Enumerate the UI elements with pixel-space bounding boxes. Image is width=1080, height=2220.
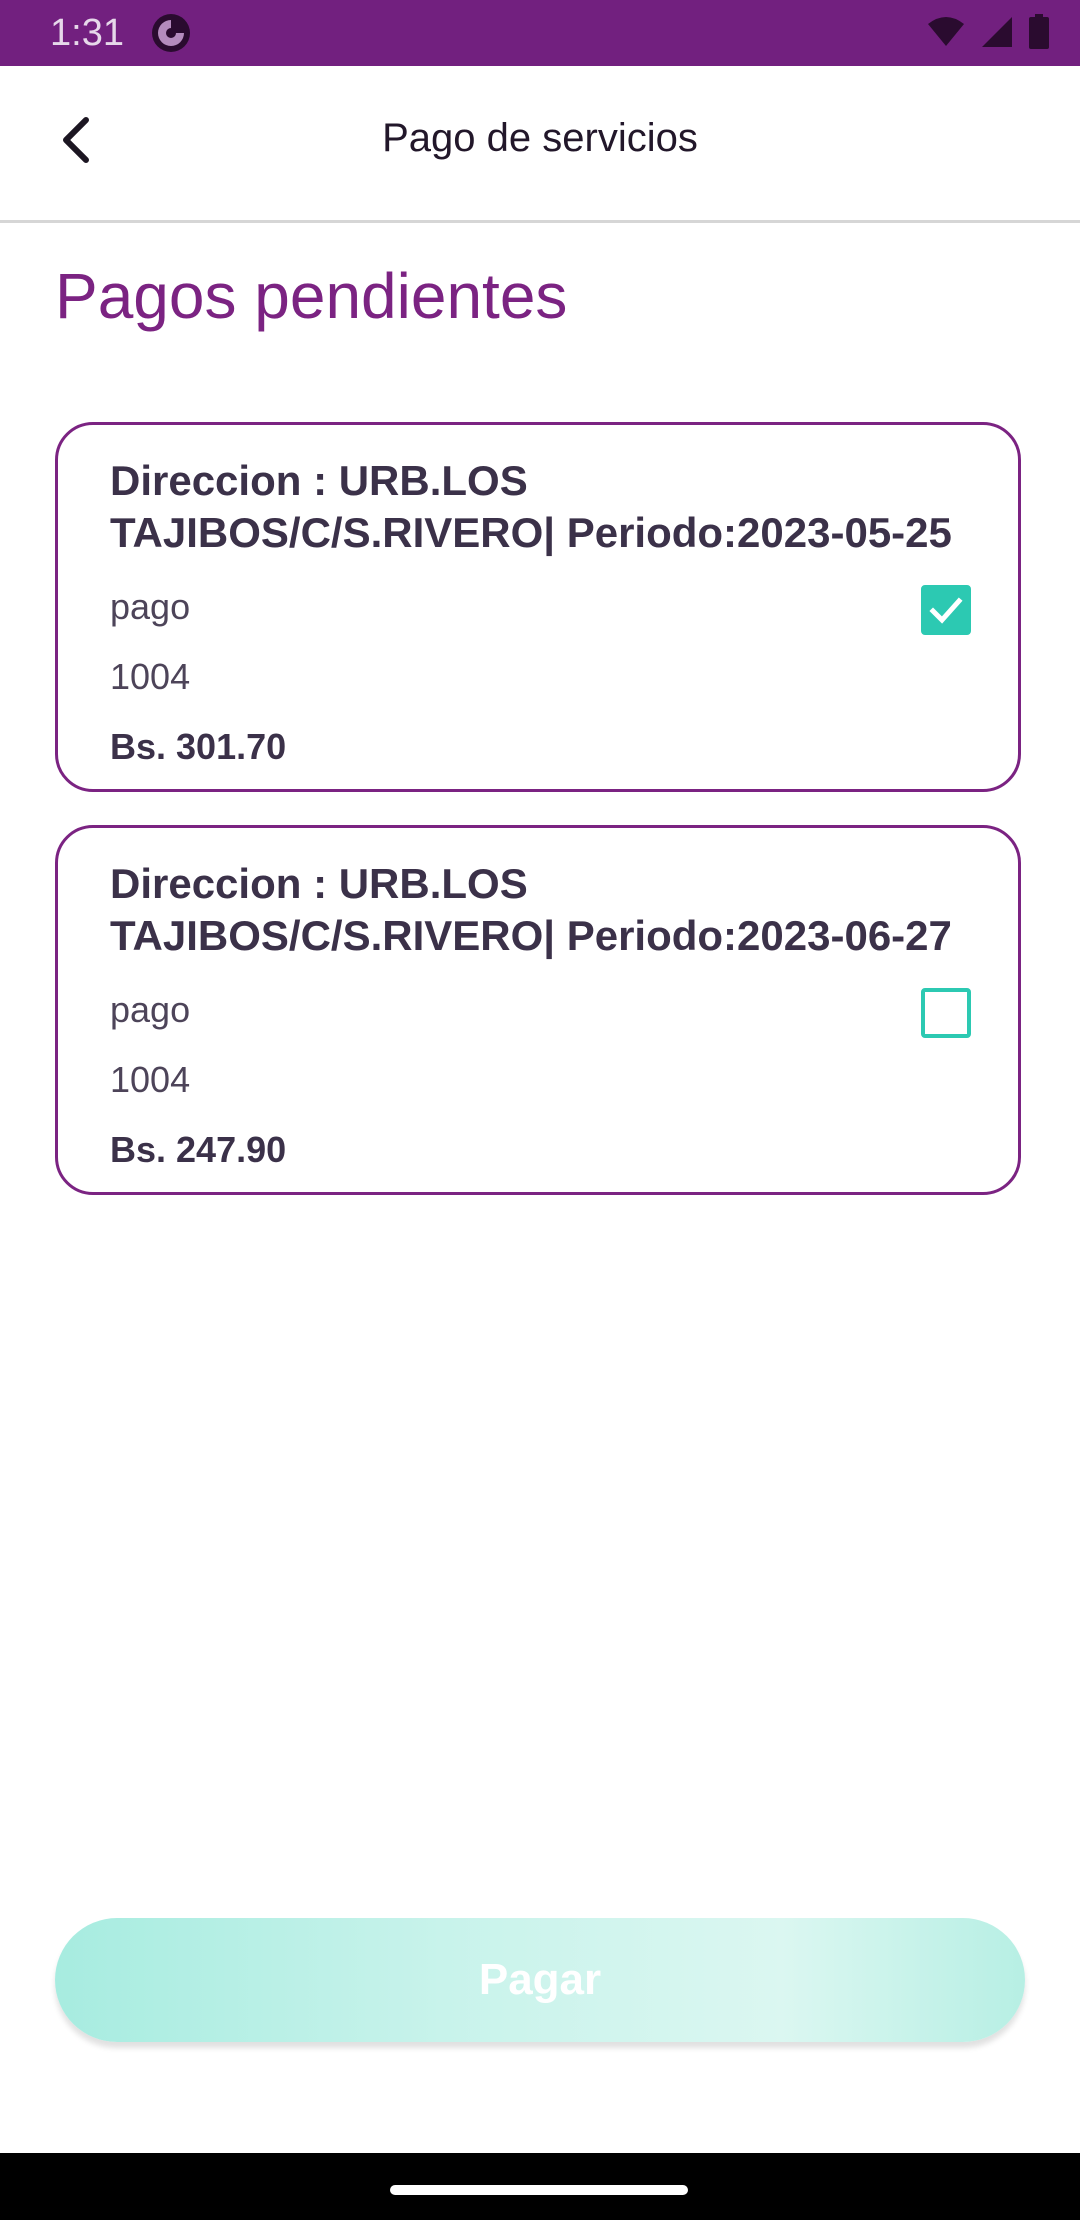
payment-amount: Bs. 247.90 bbox=[110, 1129, 287, 1170]
payment-card[interactable]: Direccion : URB.LOS TAJIBOS/C/S.RIVERO| … bbox=[55, 422, 1021, 792]
page-title: Pago de servicios bbox=[382, 116, 698, 160]
payment-code: 1004 bbox=[110, 1059, 191, 1100]
payment-type: pago bbox=[110, 586, 191, 627]
navigation-bar bbox=[0, 2153, 1080, 2220]
wifi-icon bbox=[926, 16, 966, 48]
status-icons bbox=[926, 14, 1050, 50]
payment-checkbox[interactable] bbox=[921, 585, 971, 635]
status-time: 1:31 bbox=[50, 12, 124, 54]
check-icon bbox=[925, 589, 967, 631]
home-indicator[interactable] bbox=[390, 2185, 688, 2195]
pay-button[interactable]: Pagar bbox=[55, 1918, 1025, 2042]
status-bar: 1:31 bbox=[0, 0, 1080, 66]
app-bar: Pago de servicios bbox=[0, 66, 1080, 223]
payment-type: pago bbox=[110, 989, 191, 1030]
battery-icon bbox=[1028, 14, 1050, 50]
signal-icon bbox=[980, 15, 1014, 49]
section-title: Pagos pendientes bbox=[55, 260, 568, 332]
payment-address: Direccion : URB.LOS TAJIBOS/C/S.RIVERO| … bbox=[110, 457, 952, 556]
payment-amount: Bs. 301.70 bbox=[110, 726, 287, 767]
screen: 1:31 Pago de servicios Pagos pendientes … bbox=[0, 0, 1080, 2220]
app-notification-icon bbox=[150, 12, 192, 54]
payment-checkbox[interactable] bbox=[921, 988, 971, 1038]
payment-address: Direccion : URB.LOS TAJIBOS/C/S.RIVERO| … bbox=[110, 860, 952, 959]
payment-code: 1004 bbox=[110, 656, 191, 697]
payment-card[interactable]: Direccion : URB.LOS TAJIBOS/C/S.RIVERO| … bbox=[55, 825, 1021, 1195]
